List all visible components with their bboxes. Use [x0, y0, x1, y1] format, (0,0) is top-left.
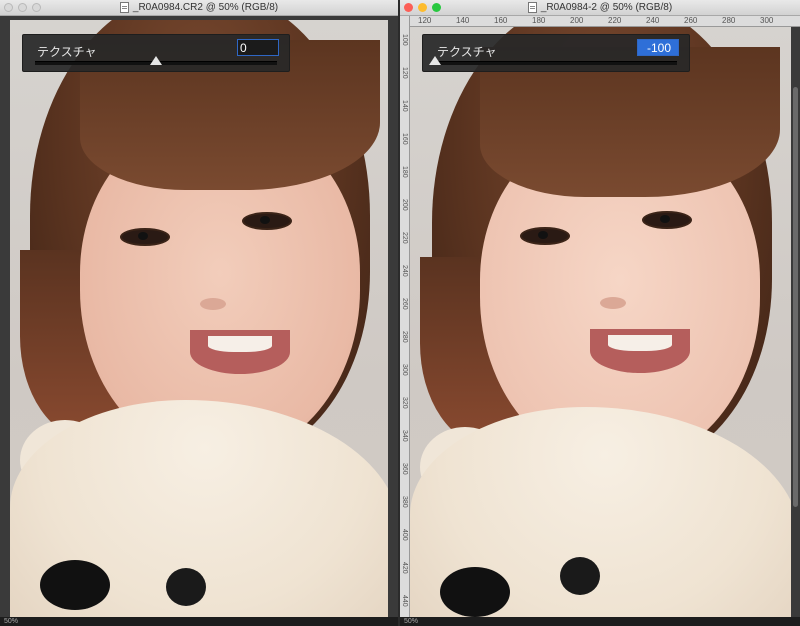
ruler-tick-label: 140 [456, 16, 470, 25]
texture-adjust-panel: テクスチャ 0 [22, 34, 290, 72]
photo-eye-left [120, 228, 170, 246]
photo-mouth [190, 330, 290, 374]
zoom-icon[interactable] [432, 3, 441, 12]
ruler-tick-label: 300 [401, 364, 408, 376]
ruler-tick-label: 120 [401, 67, 408, 79]
ruler-tick-label: 120 [418, 16, 432, 25]
zoom-icon[interactable] [32, 3, 41, 12]
window-title: _R0A0984.CR2 @ 50% (RGB/8) [132, 2, 279, 13]
ruler-tick-label: 160 [401, 133, 408, 145]
photo-eye-left [520, 227, 570, 245]
window-controls [4, 3, 41, 12]
ruler-tick-label: 260 [684, 16, 698, 25]
ruler-tick-label: 300 [760, 16, 774, 25]
scrollbar-thumb[interactable] [793, 87, 798, 507]
document-icon [119, 2, 129, 13]
ruler-tick-label: 400 [401, 529, 408, 541]
image-canvas[interactable] [410, 27, 792, 618]
close-icon[interactable] [4, 3, 13, 12]
ruler-tick-label: 240 [401, 265, 408, 277]
window-title: _R0A0984-2 @ 50% (RGB/8) [540, 2, 673, 13]
vertical-scrollbar[interactable] [791, 27, 800, 617]
slider-thumb[interactable] [429, 56, 441, 65]
ruler-vertical: 100 120 140 160 180 200 220 240 260 280 300 320 340 3… [400, 16, 410, 626]
ruler-tick-label: 360 [401, 463, 408, 475]
ruler-tick-label: 140 [401, 100, 408, 112]
ruler-tick-label: 200 [401, 199, 408, 211]
texture-adjust-panel: テクスチャ -100 [422, 34, 690, 72]
title-bar[interactable]: _R0A0984.CR2 @ 50% (RGB/8) [0, 0, 398, 16]
ruler-tick-label: 260 [401, 298, 408, 310]
title-bar[interactable]: _R0A0984-2 @ 50% (RGB/8) [400, 0, 800, 16]
photo-eye-right [642, 211, 692, 229]
bear-nose [40, 560, 110, 610]
photo-nose [200, 298, 226, 310]
status-bar: 50% [400, 617, 800, 626]
texture-label: テクスチャ [37, 45, 97, 59]
bear-nose [440, 567, 510, 617]
ruler-tick-label: 220 [608, 16, 622, 25]
photo-eye-right [242, 212, 292, 230]
ruler-tick-label: 220 [401, 232, 408, 244]
minimize-icon[interactable] [418, 3, 427, 12]
ruler-tick-label: 440 [401, 595, 408, 607]
ruler-tick-label: 320 [401, 397, 408, 409]
photo-mouth [590, 329, 690, 373]
bear-eye [166, 568, 206, 606]
texture-slider[interactable] [35, 56, 277, 65]
document-window-right: _R0A0984-2 @ 50% (RGB/8) 120 140 160 180 200… [400, 0, 800, 626]
ruler-tick-label: 340 [401, 430, 408, 442]
close-icon[interactable] [404, 3, 413, 12]
image-canvas[interactable] [10, 20, 388, 618]
ruler-tick-label: 280 [722, 16, 736, 25]
status-bar: 50% [0, 617, 398, 626]
document-window-left: _R0A0984.CR2 @ 50% (RGB/8) テクスチャ 0 50% [0, 0, 398, 626]
ruler-tick-label: 380 [401, 496, 408, 508]
photo-nose [600, 297, 626, 309]
ruler-tick-label: 160 [494, 16, 508, 25]
texture-label: テクスチャ [437, 45, 497, 59]
texture-value-field[interactable]: -100 [637, 39, 679, 56]
texture-slider[interactable] [429, 56, 677, 65]
ruler-tick-label: 200 [570, 16, 584, 25]
ruler-tick-label: 180 [532, 16, 546, 25]
ruler-tick-label: 240 [646, 16, 660, 25]
document-icon [527, 2, 537, 13]
slider-thumb[interactable] [150, 56, 162, 65]
ruler-tick-label: 420 [401, 562, 408, 574]
ruler-tick-label: 180 [401, 166, 408, 178]
window-controls [404, 3, 441, 12]
ruler-tick-label: 280 [401, 331, 408, 343]
ruler-horizontal: 120 140 160 180 200 220 240 260 280 300 [410, 16, 800, 27]
bear-eye [560, 557, 600, 595]
texture-value-field[interactable]: 0 [237, 39, 279, 56]
minimize-icon[interactable] [18, 3, 27, 12]
ruler-tick-label: 100 [401, 34, 408, 46]
